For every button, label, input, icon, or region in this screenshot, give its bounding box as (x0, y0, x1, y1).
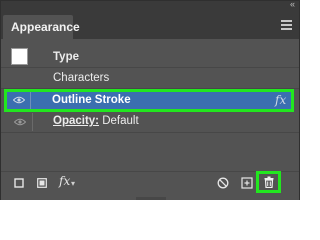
outline-stroke-label: Outline Stroke (52, 94, 131, 106)
row-divider (32, 113, 33, 131)
type-color-swatch[interactable] (11, 48, 28, 65)
add-new-stroke-icon[interactable] (14, 178, 24, 188)
add-new-effect-icon[interactable]: fx (59, 174, 70, 188)
opacity-value: Default (99, 115, 139, 127)
visibility-eye-icon[interactable] (14, 118, 26, 126)
add-new-fill-icon[interactable] (37, 178, 47, 188)
chevron-down-icon[interactable]: ▾ (71, 179, 75, 188)
divider (1, 132, 299, 133)
visibility-eye-icon[interactable] (13, 96, 25, 104)
hamburger-menu-icon[interactable] (281, 20, 292, 30)
collapse-panel-icon[interactable]: « (290, 0, 295, 9)
appearance-panel: « Appearance Type Characters Outline Str… (0, 0, 300, 200)
trash-icon (264, 176, 274, 188)
type-label: Type (53, 51, 79, 63)
delete-item-button[interactable] (256, 171, 281, 193)
characters-label[interactable]: Characters (53, 72, 109, 84)
outline-stroke-row[interactable]: Outline Stroke fx (4, 89, 294, 112)
tab-appearance[interactable]: Appearance (3, 15, 80, 39)
divider (1, 67, 299, 68)
panel-top-strip: « (1, 0, 299, 9)
clear-appearance-icon[interactable] (217, 177, 229, 189)
effect-fx-icon[interactable]: fx (275, 93, 286, 107)
opacity-row[interactable]: Opacity: Default (53, 115, 139, 127)
resize-grip[interactable] (136, 197, 166, 200)
opacity-link[interactable]: Opacity: (53, 115, 99, 127)
row-divider (30, 92, 31, 109)
panel-tab-bar: Appearance (1, 9, 299, 39)
duplicate-item-icon[interactable] (241, 177, 253, 189)
